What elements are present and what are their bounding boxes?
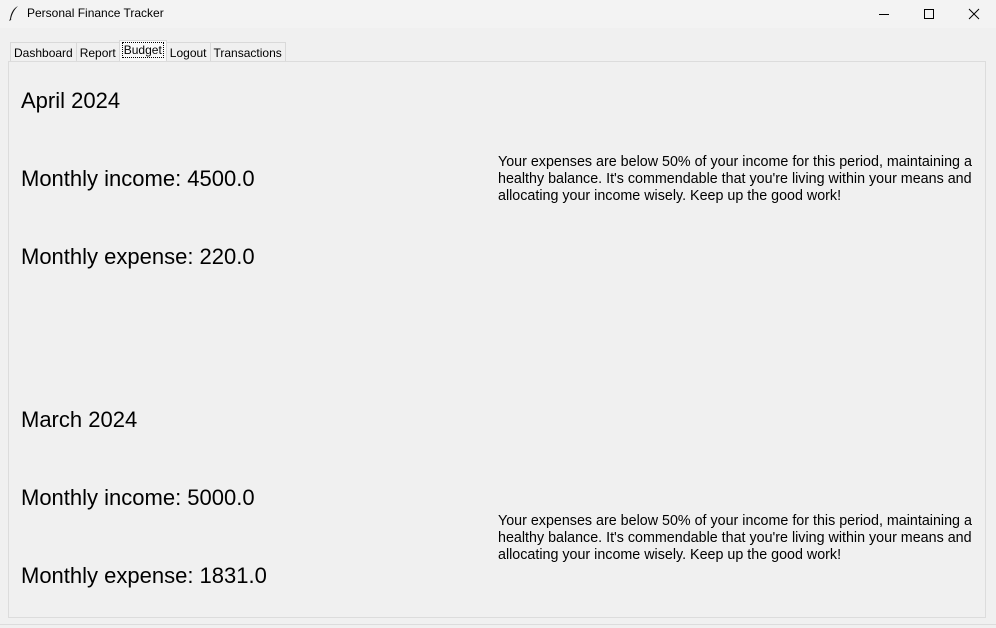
tab-transactions-label: Transactions (213, 46, 282, 60)
tab-report[interactable]: Report (75, 42, 120, 62)
minimize-button[interactable] (861, 0, 907, 28)
month-title: April 2024 (21, 88, 121, 113)
tab-logout-label: Logout (169, 46, 207, 60)
title-bar: Personal Finance Tracker (0, 0, 996, 28)
maximize-button[interactable] (906, 0, 952, 28)
tab-budget[interactable]: Budget (118, 40, 167, 61)
tab-budget-label: Budget (121, 42, 164, 58)
month-title: March 2024 (21, 407, 138, 432)
monthly-expense: Monthly expense: 1831.0 (21, 563, 267, 588)
tab-report-label: Report (79, 46, 116, 60)
close-button[interactable] (951, 0, 996, 28)
monthly-expense: Monthly expense: 220.0 (21, 244, 255, 269)
window-bottom-border (0, 624, 996, 625)
tab-logout[interactable]: Logout (165, 42, 211, 62)
minimize-icon (879, 14, 889, 15)
maximize-icon (924, 9, 934, 19)
tab-dashboard-label: Dashboard (14, 46, 73, 60)
tab-dashboard[interactable]: Dashboard (10, 42, 77, 62)
window-title: Personal Finance Tracker (27, 6, 164, 20)
monthly-income: Monthly income: 4500.0 (21, 166, 255, 191)
close-icon (968, 8, 980, 20)
budget-message: Your expenses are below 50% of your inco… (498, 513, 972, 563)
tab-transactions[interactable]: Transactions (209, 42, 286, 62)
monthly-income: Monthly income: 5000.0 (21, 485, 255, 510)
budget-message: Your expenses are below 50% of your inco… (498, 154, 972, 204)
feather-icon (9, 6, 18, 21)
tab-bar: Dashboard Report Budget Logout Transacti… (10, 40, 286, 62)
